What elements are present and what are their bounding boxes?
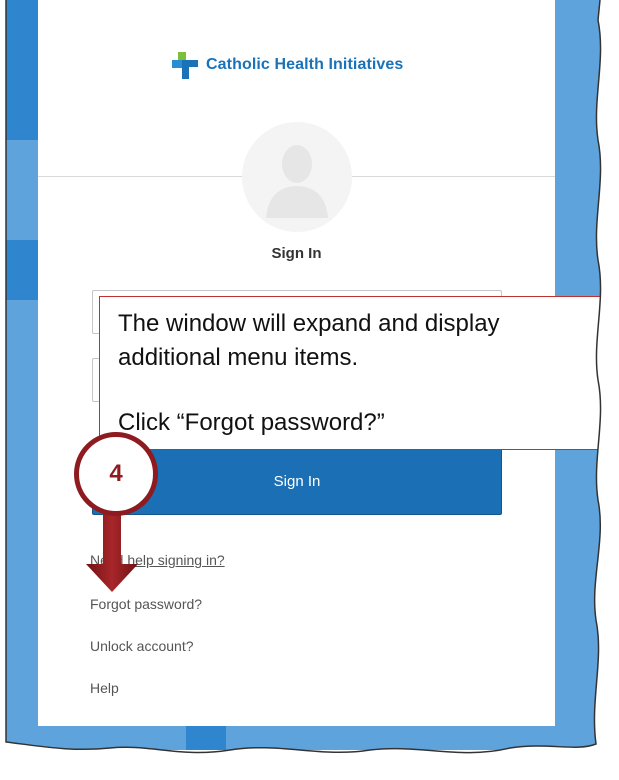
screenshot-frame: Catholic Health Initiatives Sign In Sign… xyxy=(0,0,619,780)
torn-edge-border xyxy=(0,0,619,780)
